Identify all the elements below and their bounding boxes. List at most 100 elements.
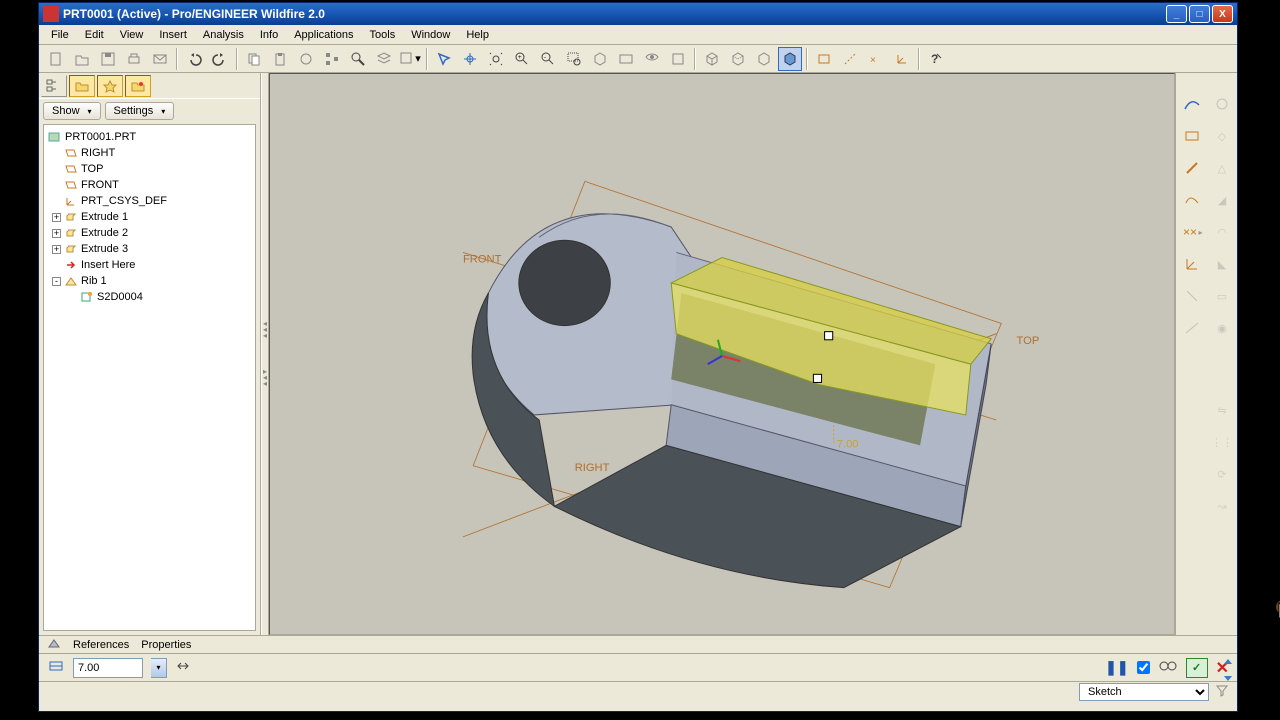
view-manager-button[interactable] [640,47,664,71]
filter-icon[interactable] [1215,683,1229,700]
save-button[interactable] [96,47,120,71]
tree-extrude3[interactable]: Extrude 3 [81,243,128,255]
pattern-icon[interactable]: ⋮⋮ [1211,431,1233,453]
refit-button[interactable] [484,47,508,71]
spin-center-button[interactable] [458,47,482,71]
collapse-icon[interactable]: - [52,277,61,286]
blend-icon[interactable]: ↝ [1211,495,1233,517]
selection-filter[interactable]: Sketch [1079,683,1209,701]
selection-button[interactable] [432,47,456,71]
wireframe-button[interactable] [700,47,724,71]
shading-button[interactable] [778,47,802,71]
sketch-csys-icon[interactable] [1181,253,1203,275]
dimension-value[interactable]: 7.00 [837,438,859,450]
tree-root[interactable]: PRT0001.PRT [65,131,136,143]
model-tree-tab[interactable] [41,75,67,97]
tree-right[interactable]: RIGHT [81,147,115,159]
copy-button[interactable] [242,47,266,71]
model-tree[interactable]: PRT0001.PRT RIGHT TOP FRONT PRT_CSYS_DEF… [43,124,256,631]
minimize-button[interactable]: _ [1166,5,1187,23]
thickness-input[interactable] [73,658,143,678]
mirror-icon[interactable]: ⇋ [1211,399,1233,421]
appearance-button[interactable] [666,47,690,71]
revolve-icon[interactable]: ◉ [1211,317,1233,339]
datum-point-button[interactable]: × [864,47,888,71]
tree-extrude1[interactable]: Extrude 1 [81,211,128,223]
sketch-axis-icon[interactable] [1181,157,1203,179]
draft-icon[interactable]: ◢ [1211,189,1233,211]
hole-icon[interactable] [1211,93,1233,115]
sketch-line-icon[interactable] [1181,93,1203,115]
tree-sketch[interactable]: S2D0004 [97,291,143,303]
expand-icon[interactable]: + [52,213,61,222]
sketch-analysis-icon[interactable] [1181,285,1203,307]
zoom-out-button[interactable]: - [536,47,560,71]
menu-file[interactable]: File [43,27,77,43]
flip-icon[interactable] [175,658,191,677]
datum-plane-button[interactable] [812,47,836,71]
sweep-icon[interactable]: ⟳ [1211,463,1233,485]
references-tab[interactable]: References [73,639,129,651]
splitter[interactable]: ◂◂◂▸◂◂ [261,73,269,635]
orient-button[interactable] [588,47,612,71]
menu-insert[interactable]: Insert [151,27,195,43]
scrollbar-icon[interactable] [1221,655,1235,685]
properties-tab[interactable]: Properties [141,639,191,651]
layers-button[interactable] [372,47,396,71]
regenerate-button[interactable] [294,47,318,71]
redo-button[interactable] [208,47,232,71]
no-hidden-button[interactable] [752,47,776,71]
saved-view-button[interactable] [614,47,638,71]
hidden-line-button[interactable] [726,47,750,71]
zoom-in-button[interactable]: + [510,47,534,71]
print-button[interactable] [122,47,146,71]
tree-extrude2[interactable]: Extrude 2 [81,227,128,239]
search-button[interactable] [346,47,370,71]
close-button[interactable]: X [1212,5,1233,23]
menu-analysis[interactable]: Analysis [195,27,252,43]
sketch-point-icon[interactable]: ××▸ [1181,221,1203,243]
menu-info[interactable]: Info [252,27,286,43]
tree-insert[interactable]: Insert Here [81,259,135,271]
tree-top[interactable]: TOP [81,163,103,175]
zoom-area-button[interactable] [562,47,586,71]
connections-tab[interactable] [125,75,151,97]
show-dropdown[interactable]: Show [43,102,101,120]
round-icon[interactable]: ◠ [1211,221,1233,243]
graphics-area[interactable]: FRONT TOP RIGHT PRT_CSYS_DEF [269,73,1175,635]
menu-edit[interactable]: Edit [77,27,112,43]
new-button[interactable] [44,47,68,71]
folder-tab[interactable] [69,75,95,97]
ok-button[interactable]: ✓ [1186,658,1208,678]
sketch-plane-icon[interactable] [1181,125,1203,147]
display-dropdown[interactable]: ▾ [398,47,422,71]
expand-icon[interactable]: + [52,245,61,254]
undo-button[interactable] [182,47,206,71]
menu-view[interactable]: View [112,27,152,43]
model-tree-button[interactable] [320,47,344,71]
email-button[interactable] [148,47,172,71]
shell-icon[interactable]: ◇ [1211,125,1233,147]
tree-front[interactable]: FRONT [81,179,119,191]
tree-csys[interactable]: PRT_CSYS_DEF [81,195,167,207]
paste-button[interactable] [268,47,292,71]
help-button[interactable]: ? [924,47,948,71]
open-button[interactable] [70,47,94,71]
sketch-curve-icon[interactable] [1181,189,1203,211]
settings-dropdown[interactable]: Settings [105,102,175,120]
menu-tools[interactable]: Tools [362,27,404,43]
thickness-dropdown[interactable]: ▾ [151,658,167,678]
pause-button[interactable]: ❚❚ [1105,659,1128,676]
rib-icon[interactable]: △ [1211,157,1233,179]
model-view[interactable]: FRONT TOP RIGHT PRT_CSYS_DEF [270,74,1174,634]
sketch-style-icon[interactable] [1181,317,1203,339]
datum-axis-button[interactable] [838,47,862,71]
chamfer-icon[interactable]: ◣ [1211,253,1233,275]
tree-rib[interactable]: Rib 1 [81,275,107,287]
maximize-button[interactable]: □ [1189,5,1210,23]
menu-help[interactable]: Help [458,27,497,43]
menu-applications[interactable]: Applications [286,27,361,43]
favorites-tab[interactable] [97,75,123,97]
datum-csys-button[interactable] [890,47,914,71]
glasses-icon[interactable] [1158,659,1178,676]
